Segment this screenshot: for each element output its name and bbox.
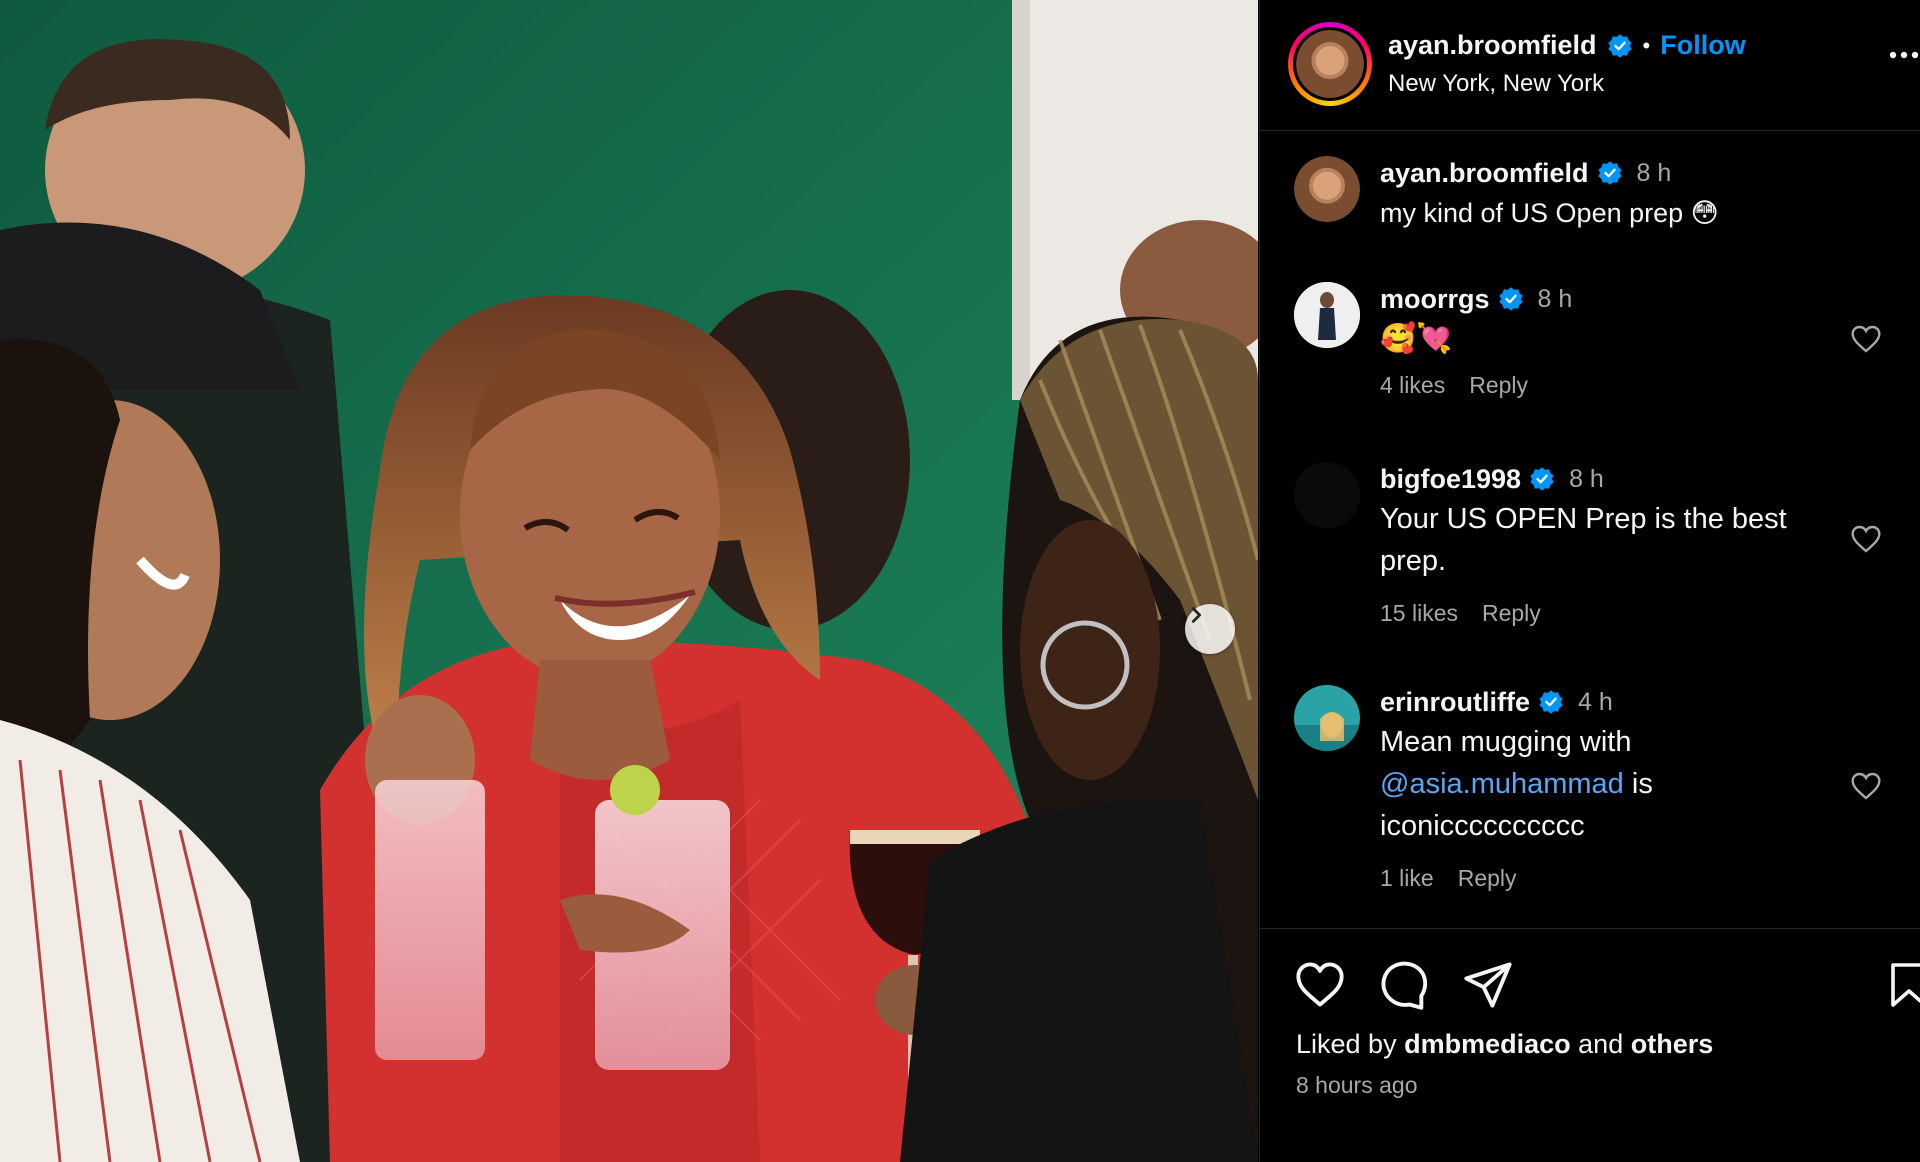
reply-button[interactable]: Reply <box>1482 600 1541 627</box>
heart-icon[interactable] <box>1850 324 1882 354</box>
comment-username[interactable]: moorrgs <box>1380 284 1490 315</box>
author-row: ayan.broomfield • Follow <box>1388 30 1746 61</box>
avatar-image <box>1296 30 1364 98</box>
comment-avatar[interactable] <box>1294 282 1360 348</box>
comment-likes[interactable]: 1 like <box>1380 865 1434 892</box>
caption-text: my kind of US Open prep 😳 <box>1380 198 1719 228</box>
verified-badge-icon <box>1498 287 1523 311</box>
avatar-image <box>1294 156 1360 222</box>
comment-username[interactable]: bigfoe1998 <box>1380 464 1521 495</box>
comment-text: 🥰💘 <box>1380 323 1453 355</box>
next-photo-button[interactable] <box>1185 604 1235 654</box>
story-ring[interactable] <box>1288 22 1372 106</box>
comment-username[interactable]: erinroutliffe <box>1380 687 1530 718</box>
verified-badge-icon <box>1530 467 1554 491</box>
liked-by-and: and <box>1578 1029 1624 1059</box>
post-actions: Liked by dmbmediaco and others 8 hours a… <box>1260 928 1920 1162</box>
heart-icon[interactable] <box>1850 524 1882 554</box>
more-options-icon[interactable] <box>1887 40 1920 70</box>
author-username[interactable]: ayan.broomfield <box>1388 30 1597 61</box>
comment-time[interactable]: 8 h <box>1538 285 1573 314</box>
comment-avatar[interactable] <box>1294 685 1360 751</box>
paper-plane-icon[interactable] <box>1462 959 1514 1011</box>
photo-illustration <box>0 0 1258 1162</box>
separator-dot: • <box>1642 32 1651 58</box>
avatar-image <box>1294 685 1360 751</box>
comment-time[interactable]: 4 h <box>1578 688 1613 717</box>
comment-text-before: Mean mugging with <box>1380 726 1632 758</box>
chevron-right-icon <box>1191 607 1202 623</box>
comment-time[interactable]: 8 h <box>1569 465 1604 494</box>
heart-icon[interactable] <box>1294 959 1346 1011</box>
post-photo[interactable] <box>0 0 1258 1162</box>
verified-badge-icon <box>1597 161 1622 185</box>
post-header: ayan.broomfield • Follow New York, New Y… <box>1260 0 1920 131</box>
comment-time[interactable]: 8 h <box>1637 159 1672 188</box>
comment-text: Mean mugging with @asia.muhammad is icon… <box>1380 721 1760 847</box>
reply-button[interactable]: Reply <box>1469 372 1528 399</box>
post-side-panel: ayan.broomfield • Follow New York, New Y… <box>1259 0 1920 1162</box>
comment-icon[interactable] <box>1378 959 1430 1011</box>
comment-likes[interactable]: 4 likes <box>1380 372 1445 399</box>
comment-likes[interactable]: 15 likes <box>1380 600 1458 627</box>
author-avatar[interactable] <box>1293 27 1367 101</box>
liked-by-user[interactable]: dmbmediaco <box>1404 1029 1571 1059</box>
avatar-image <box>1294 282 1360 348</box>
mention-link[interactable]: @asia.muhammad <box>1380 768 1624 800</box>
comment-text: Your US OPEN Prep is the best prep. <box>1380 503 1787 577</box>
bookmark-icon[interactable] <box>1885 959 1920 1011</box>
reply-button[interactable]: Reply <box>1458 865 1517 892</box>
follow-button[interactable]: Follow <box>1660 30 1745 61</box>
verified-badge-icon <box>1539 690 1563 714</box>
heart-icon[interactable] <box>1850 771 1882 801</box>
post-location[interactable]: New York, New York <box>1388 70 1604 98</box>
liked-by: Liked by dmbmediaco and others <box>1296 1029 1713 1060</box>
comment-username[interactable]: ayan.broomfield <box>1380 158 1589 189</box>
liked-by-prefix: Liked by <box>1296 1029 1397 1059</box>
verified-badge-icon <box>1607 33 1632 58</box>
liked-by-others[interactable]: others <box>1631 1029 1714 1059</box>
caption-avatar[interactable] <box>1294 156 1360 222</box>
comment-avatar[interactable] <box>1294 462 1360 528</box>
post-timestamp[interactable]: 8 hours ago <box>1296 1072 1417 1099</box>
